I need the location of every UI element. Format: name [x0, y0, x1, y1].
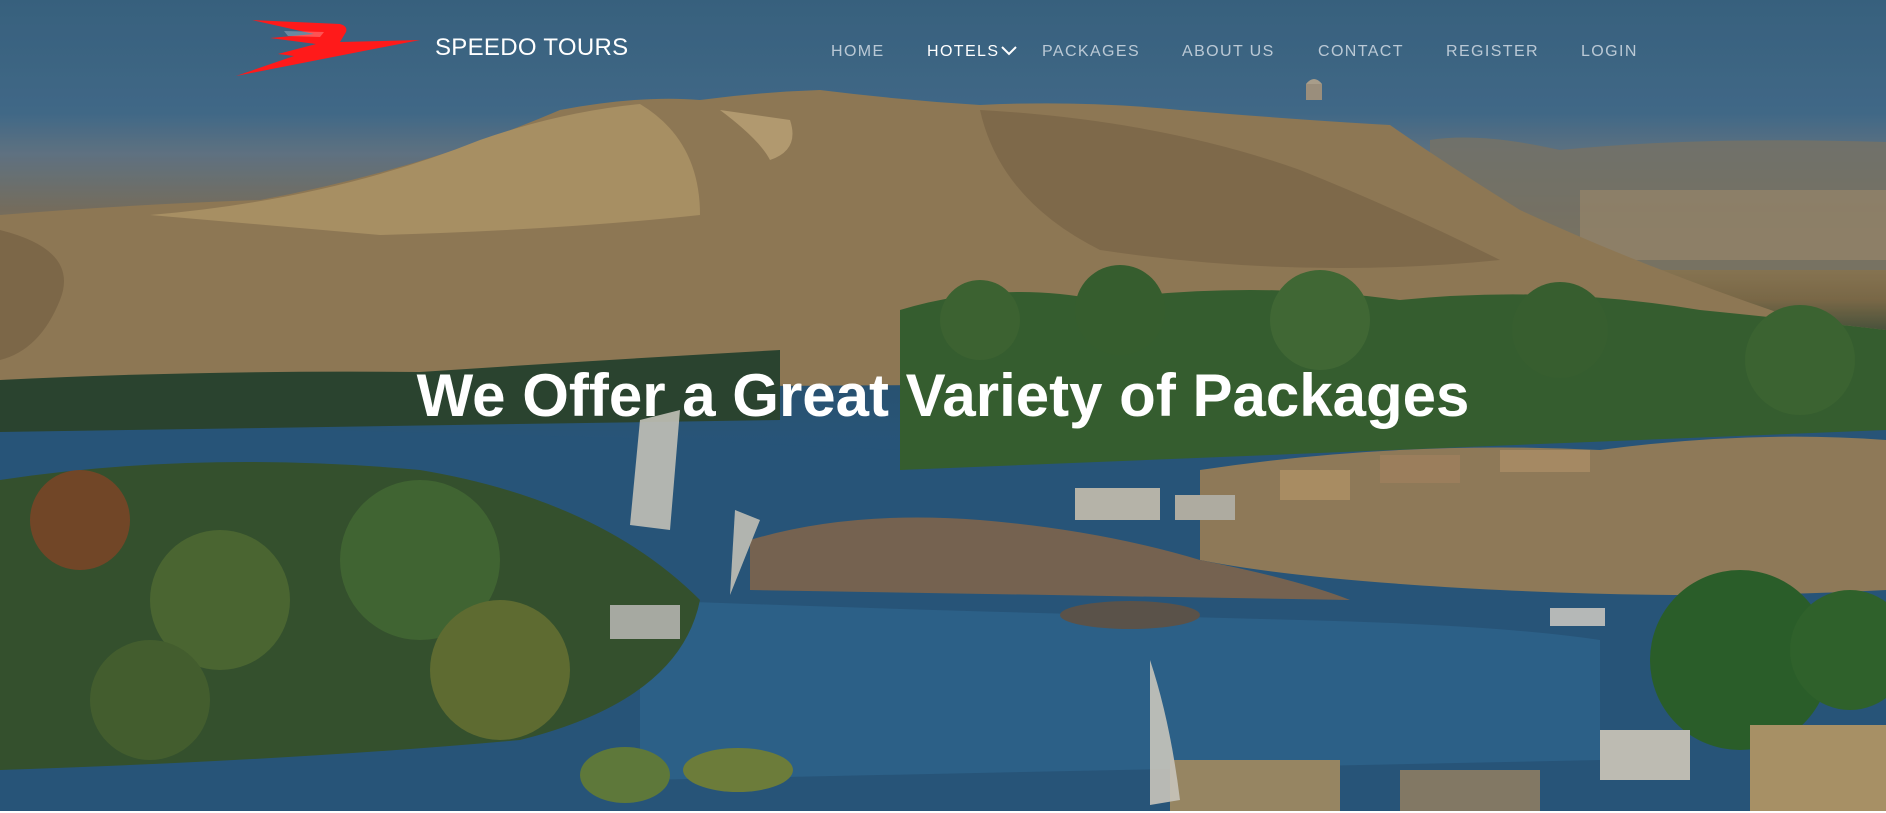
nav-contact-link[interactable]: CONTACT: [1318, 43, 1404, 61]
chevron-down-icon[interactable]: [1001, 44, 1017, 58]
nav-about-link[interactable]: ABOUT US: [1182, 43, 1275, 61]
nav-hotels-link[interactable]: HOTELS: [927, 43, 999, 61]
hero-heading: We Offer a Great Variety of Packages: [416, 362, 1470, 429]
hero-banner: SPEEDO TOURS HOME HOTELS PACKAGES ABOUT …: [0, 0, 1886, 811]
nav-login-link[interactable]: LOGIN: [1581, 43, 1638, 61]
brand-name[interactable]: SPEEDO TOURS: [435, 34, 628, 62]
nav-packages-link[interactable]: PACKAGES: [1042, 43, 1140, 61]
nav-home-link[interactable]: HOME: [831, 43, 885, 61]
speedo-wing-logo-icon[interactable]: [236, 18, 420, 78]
nav-register-link[interactable]: REGISTER: [1446, 43, 1539, 61]
top-navbar: SPEEDO TOURS HOME HOTELS PACKAGES ABOUT …: [0, 0, 1886, 100]
